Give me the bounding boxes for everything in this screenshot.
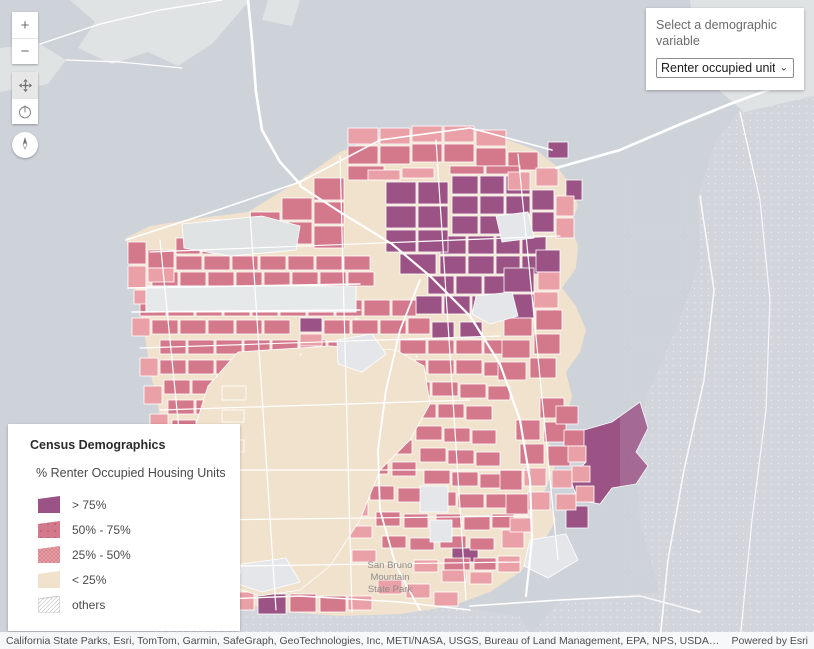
pan-button[interactable] — [12, 72, 38, 98]
compass-needle-icon — [17, 135, 33, 156]
plus-icon: + — [20, 16, 30, 34]
powered-by-esri-label: Powered by Esri — [731, 634, 808, 647]
demographic-variable-label: Select a demographic variable — [656, 18, 777, 48]
rotate-reset-button[interactable] — [12, 98, 38, 124]
legend-item: 50% - 75% — [38, 517, 226, 542]
zoom-control-group: + − — [12, 12, 38, 64]
legend-item: 25% - 50% — [38, 542, 226, 567]
legend-item: others — [37, 592, 226, 617]
legend-item: < 25% — [38, 567, 226, 592]
rotate-reset-icon — [17, 104, 33, 120]
legend-title: Census Demographics — [30, 438, 166, 452]
demographic-variable-panel: Select a demographic variable Renter occ… — [646, 8, 804, 91]
demographic-variable-select[interactable]: Renter occupied units — [656, 58, 794, 79]
legend-item-label: others — [72, 597, 106, 612]
minus-icon: − — [20, 43, 30, 60]
legend-swatch-under-25 — [38, 571, 60, 588]
map-application: San Bruno Mountain State Park + − Select… — [0, 0, 814, 649]
legend-swatch-50-75 — [38, 521, 60, 538]
zoom-in-button[interactable]: + — [12, 12, 38, 38]
attribution-bar: California State Parks, Esri, TomTom, Ga… — [0, 632, 814, 649]
attribution-text[interactable]: California State Parks, Esri, TomTom, Ga… — [6, 635, 722, 647]
legend-item-label: > 75% — [72, 497, 107, 512]
legend-panel: Census Demographics % Renter Occupied Ho… — [8, 424, 240, 631]
map-texture — [620, 180, 814, 610]
compass-button[interactable] — [12, 132, 38, 158]
legend-swatch-25-50 — [38, 546, 60, 563]
legend-subtitle: % Renter Occupied Housing Units — [36, 466, 226, 480]
pan-arrows-icon — [18, 78, 33, 93]
legend-item-label: < 25% — [72, 572, 107, 587]
legend-items: > 75% 50% - 75% 25% - 50% < 25% others — [37, 492, 226, 617]
zoom-out-button[interactable]: − — [12, 38, 38, 64]
legend-item-label: 50% - 75% — [72, 522, 131, 537]
legend-swatch-others — [37, 595, 61, 614]
legend-item: > 75% — [38, 492, 226, 517]
legend-swatch-over-75 — [38, 496, 60, 513]
legend-item-label: 25% - 50% — [72, 547, 131, 562]
demographic-select-wrapper: Renter occupied units ⌄ — [656, 58, 794, 79]
navigation-control-group — [12, 72, 38, 124]
map-controls: + − — [12, 12, 38, 158]
